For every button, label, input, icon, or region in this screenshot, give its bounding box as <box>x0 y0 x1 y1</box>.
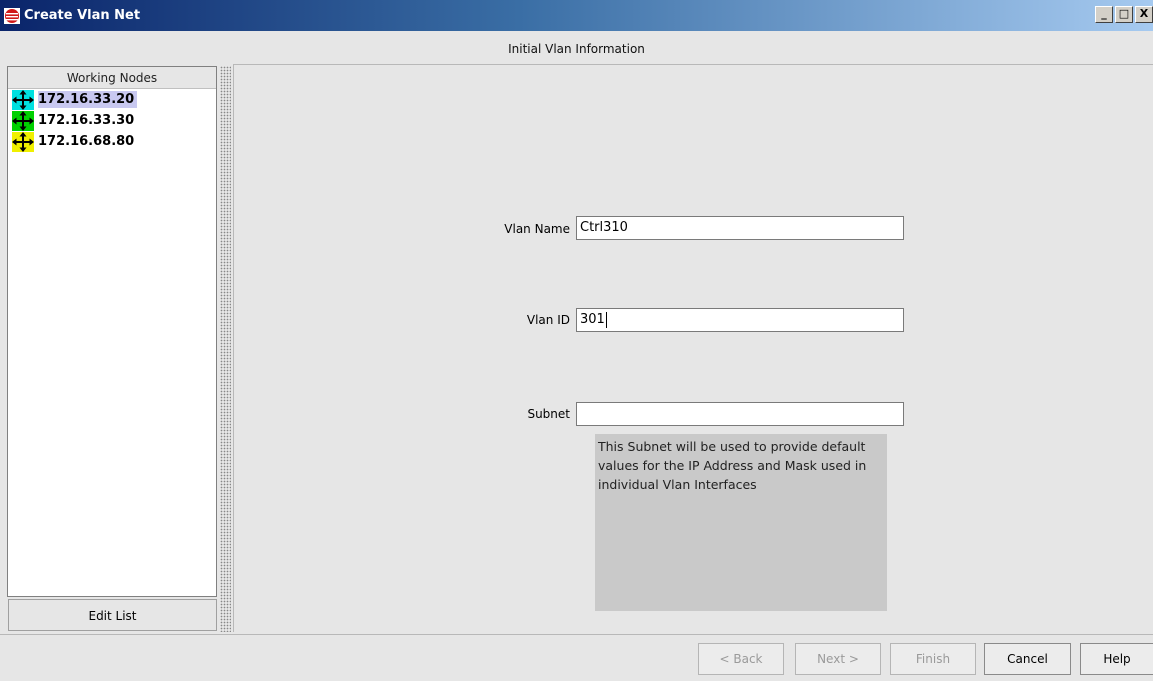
maximize-button[interactable]: □ <box>1115 6 1133 23</box>
node-label: 172.16.33.30 <box>38 113 135 128</box>
vlan-id-input[interactable]: 301 <box>576 308 904 332</box>
working-nodes-panel: Working Nodes 172.16.33.20 172.16.33.30 … <box>7 66 217 597</box>
edit-list-button[interactable]: Edit List <box>8 599 217 631</box>
window-title: Create Vlan Net <box>24 8 141 23</box>
next-button[interactable]: Next > <box>795 643 881 675</box>
bottom-divider <box>0 634 1153 635</box>
node-label: 172.16.68.80 <box>38 134 135 149</box>
vlan-id-label: Vlan ID <box>526 313 570 327</box>
node-move-icon <box>12 89 34 110</box>
vlan-name-label: Vlan Name <box>504 222 570 236</box>
minimize-button[interactable]: _ <box>1095 6 1113 23</box>
cancel-button[interactable]: Cancel <box>984 643 1071 675</box>
node-list: 172.16.33.20 172.16.33.30 172.16.68.80 <box>8 89 216 152</box>
subnet-info-text: This Subnet will be used to provide defa… <box>595 434 887 611</box>
vlan-id-value: 301 <box>580 312 605 327</box>
subnet-input[interactable] <box>576 402 904 426</box>
node-item[interactable]: 172.16.33.20 <box>8 89 216 110</box>
title-bar: Create Vlan Net _ □ X <box>0 0 1153 31</box>
close-button[interactable]: X <box>1135 6 1153 23</box>
working-nodes-header: Working Nodes <box>8 67 216 89</box>
node-move-icon <box>12 131 34 152</box>
vlan-name-input[interactable]: Ctrl310 <box>576 216 904 240</box>
subnet-label: Subnet <box>527 407 570 421</box>
page-title: Initial Vlan Information <box>508 42 645 56</box>
node-item[interactable]: 172.16.33.30 <box>8 110 216 131</box>
node-item[interactable]: 172.16.68.80 <box>8 131 216 152</box>
app-icon <box>3 7 21 25</box>
splitter-handle[interactable] <box>220 66 231 632</box>
node-move-icon <box>12 110 34 131</box>
back-button[interactable]: < Back <box>698 643 784 675</box>
help-button[interactable]: Help <box>1080 643 1153 675</box>
text-caret <box>605 311 607 328</box>
finish-button[interactable]: Finish <box>890 643 976 675</box>
node-label: 172.16.33.20 <box>38 91 138 108</box>
